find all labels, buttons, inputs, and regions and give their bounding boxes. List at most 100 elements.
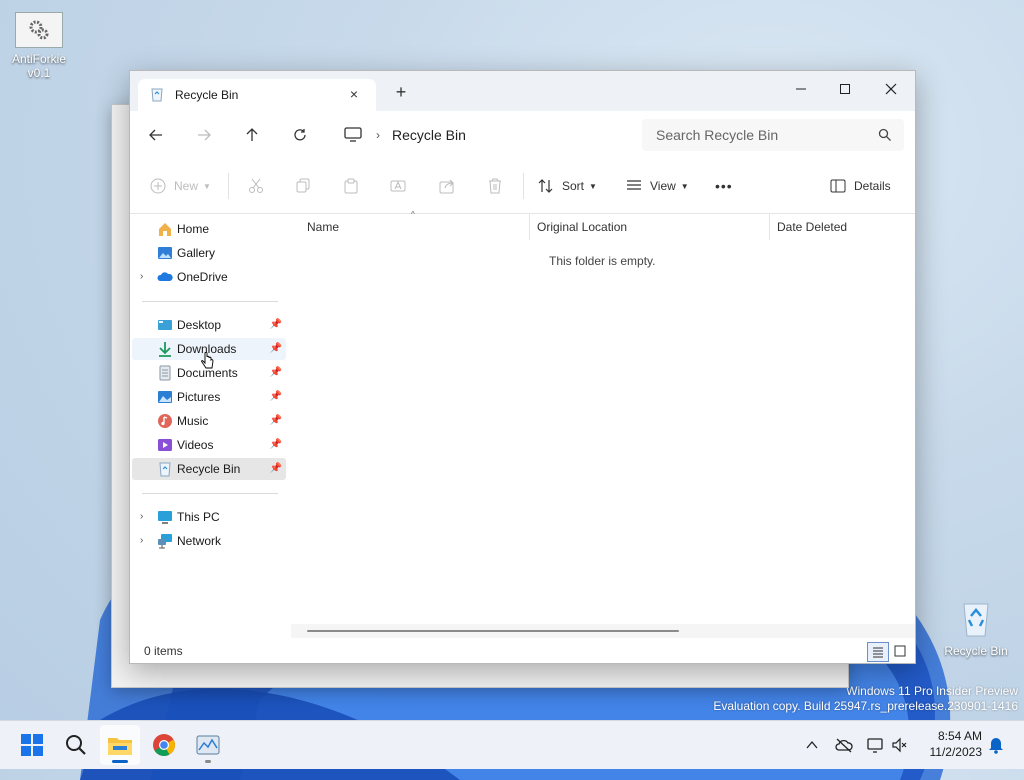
- sort-indicator-icon: ^: [411, 210, 415, 219]
- tab-recycle-bin[interactable]: Recycle Bin ×: [138, 79, 376, 111]
- file-explorer-window[interactable]: Recycle Bin × + › Recycle Bin Search Rec…: [129, 70, 916, 664]
- status-bar: 0 items: [130, 639, 915, 663]
- onedrive-icon: [157, 272, 173, 281]
- sidebar-item-desktop[interactable]: Desktop 📌: [132, 314, 286, 336]
- expand-chevron-icon[interactable]: ›: [140, 271, 150, 283]
- expand-chevron-icon[interactable]: ›: [140, 511, 150, 523]
- delete-button[interactable]: [487, 175, 503, 197]
- volume-tray-button[interactable]: [890, 735, 910, 755]
- taskbar-task-manager[interactable]: [188, 725, 228, 765]
- paste-button[interactable]: [343, 175, 359, 197]
- breadcrumb-recycle-bin[interactable]: Recycle Bin: [392, 127, 466, 143]
- pin-icon[interactable]: 📌: [270, 343, 282, 354]
- search-box[interactable]: [642, 119, 904, 151]
- tiles-view-icon: [894, 645, 906, 657]
- details-pane-button[interactable]: Details: [830, 175, 891, 197]
- close-window-button[interactable]: [868, 75, 914, 103]
- sidebar-item-network[interactable]: › Network: [132, 530, 286, 552]
- sidebar-item-music[interactable]: Music 📌: [132, 410, 286, 432]
- maximize-button[interactable]: [822, 75, 868, 103]
- pin-icon[interactable]: 📌: [270, 463, 282, 474]
- cut-button[interactable]: [248, 175, 264, 197]
- forward-button[interactable]: [190, 123, 218, 147]
- sidebar-item-recycle-bin[interactable]: Recycle Bin 📌: [132, 458, 286, 480]
- view-button[interactable]: View ▼: [626, 175, 689, 197]
- onedrive-tray-button[interactable]: [834, 735, 854, 755]
- more-options-button[interactable]: •••: [715, 175, 733, 197]
- documents-icon: [159, 365, 171, 381]
- address-bar[interactable]: › Recycle Bin: [332, 119, 632, 151]
- sidebar-item-pictures[interactable]: Pictures 📌: [132, 386, 286, 408]
- tab-close-button[interactable]: ×: [346, 86, 362, 102]
- sidebar-item-home[interactable]: Home: [132, 218, 286, 240]
- copy-button[interactable]: [295, 175, 311, 197]
- sort-button[interactable]: Sort ▼: [538, 175, 597, 197]
- pin-icon[interactable]: 📌: [270, 415, 282, 426]
- taskbar-chrome[interactable]: [144, 725, 184, 765]
- chevron-down-icon: ▼: [680, 181, 689, 191]
- chevron-right-icon[interactable]: ›: [376, 128, 380, 142]
- expand-chevron-icon[interactable]: ›: [140, 535, 150, 547]
- column-divider[interactable]: [529, 214, 530, 240]
- rename-button[interactable]: [390, 175, 406, 197]
- details-view-button[interactable]: [867, 642, 889, 662]
- scissors-icon: [249, 178, 263, 193]
- details-label: Details: [854, 179, 891, 193]
- sort-label: Sort: [562, 179, 585, 193]
- share-icon: [439, 179, 454, 194]
- start-button[interactable]: [12, 725, 52, 765]
- task-manager-icon: [196, 735, 220, 755]
- refresh-icon: [294, 129, 306, 141]
- chevron-down-icon: ▼: [203, 181, 211, 191]
- network-status-icon: [867, 738, 883, 753]
- new-button[interactable]: New ▼: [150, 175, 211, 197]
- back-button[interactable]: [142, 123, 170, 147]
- horizontal-scrollbar[interactable]: [291, 624, 915, 638]
- watermark-line-2: Evaluation copy. Build 25947.rs_prerelea…: [713, 699, 1018, 713]
- view-label: View: [650, 179, 676, 193]
- pin-icon[interactable]: 📌: [270, 391, 282, 402]
- pin-icon[interactable]: 📌: [270, 367, 282, 378]
- sidebar-item-this-pc[interactable]: › This PC: [132, 506, 286, 528]
- navigation-pane: Home Gallery › OneDrive Desktop 📌 Downlo…: [130, 214, 290, 639]
- search-input[interactable]: [654, 126, 868, 144]
- tab-title: Recycle Bin: [175, 88, 239, 102]
- show-hidden-icons-button[interactable]: [802, 735, 822, 755]
- column-header-original-location[interactable]: Original Location: [537, 214, 627, 240]
- sidebar-item-downloads[interactable]: Downloads 📌: [132, 338, 286, 360]
- column-header-date-deleted[interactable]: Date Deleted: [777, 214, 847, 240]
- taskbar-file-explorer[interactable]: [100, 725, 140, 765]
- sidebar-item-gallery[interactable]: Gallery: [132, 242, 286, 264]
- taskbar-search-button[interactable]: [56, 725, 96, 765]
- desktop-icon-antiforkie[interactable]: AntiForkie v0.1: [8, 12, 70, 80]
- desktop-icon-recycle-bin[interactable]: Recycle Bin: [940, 596, 1012, 658]
- new-tab-button[interactable]: +: [392, 83, 410, 101]
- sidebar-item-label: Music: [177, 414, 209, 428]
- sidebar-item-documents[interactable]: Documents 📌: [132, 362, 286, 384]
- column-header-name[interactable]: Name: [307, 214, 339, 240]
- sidebar-item-videos[interactable]: Videos 📌: [132, 434, 286, 456]
- system-clock[interactable]: 8:54 AM 11/2/2023: [920, 728, 983, 760]
- minimize-button[interactable]: [778, 75, 824, 103]
- notifications-button[interactable]: [986, 735, 1006, 755]
- tiles-view-button[interactable]: [890, 642, 910, 660]
- file-list[interactable]: ^ Name Original Location Date Deleted Th…: [291, 210, 915, 639]
- pin-icon[interactable]: 📌: [270, 319, 282, 330]
- sidebar-item-label: Gallery: [177, 246, 216, 260]
- recycle-bin-icon: [956, 596, 996, 640]
- title-bar[interactable]: Recycle Bin × +: [130, 71, 915, 111]
- view-lines-icon: [627, 180, 641, 190]
- up-button[interactable]: [238, 123, 266, 147]
- share-button[interactable]: [439, 175, 455, 197]
- network-tray-button[interactable]: [866, 735, 886, 755]
- scrollbar-thumb[interactable]: [307, 630, 679, 632]
- clipboard-icon: [344, 178, 358, 194]
- divider: [228, 173, 229, 199]
- pin-icon[interactable]: 📌: [270, 439, 282, 450]
- column-divider[interactable]: [769, 214, 770, 240]
- recycle-bin-icon: [159, 462, 171, 477]
- bell-icon: [989, 738, 1003, 754]
- file-explorer-icon: [108, 738, 132, 755]
- sidebar-item-onedrive[interactable]: › OneDrive: [132, 266, 286, 288]
- refresh-button[interactable]: [286, 123, 314, 147]
